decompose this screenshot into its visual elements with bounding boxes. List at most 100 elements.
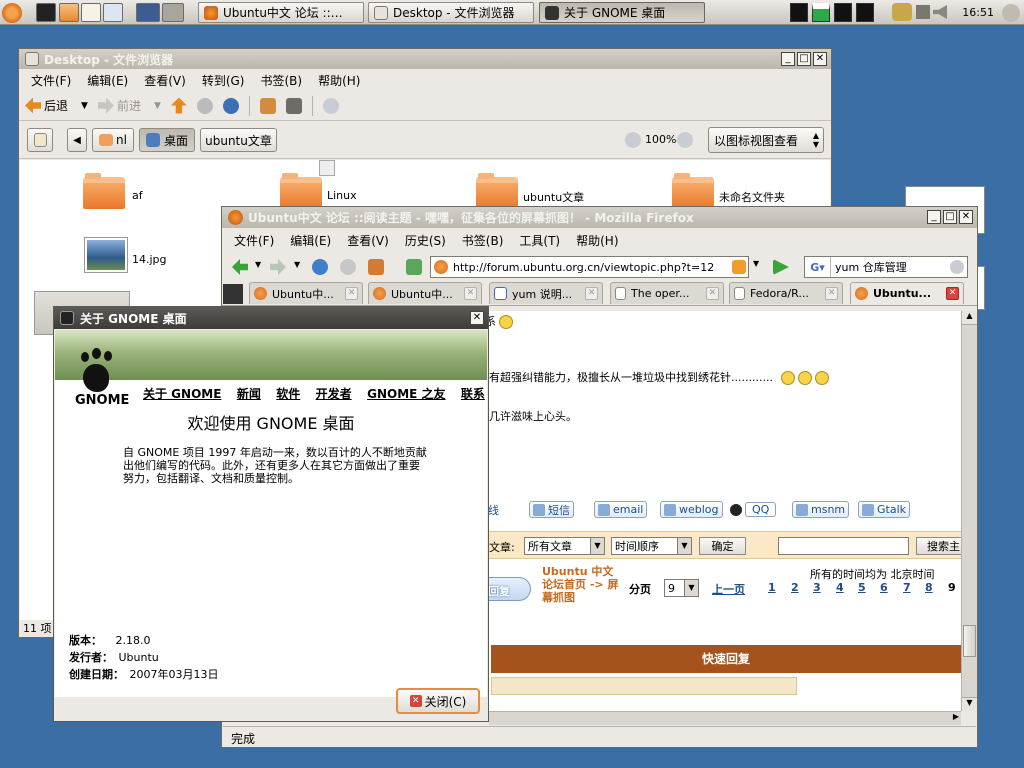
page-link[interactable]: 1 bbox=[768, 581, 776, 594]
tab-1[interactable]: Ubuntu中... ✕ bbox=[249, 282, 363, 304]
maximize-button[interactable]: □ bbox=[797, 52, 811, 66]
weblog-button[interactable]: weblog bbox=[660, 501, 723, 518]
horizontal-scrollbar[interactable]: ▶ bbox=[489, 711, 961, 725]
help-icon[interactable] bbox=[103, 3, 123, 22]
rss-icon[interactable] bbox=[732, 260, 746, 274]
update-notifier-icon[interactable] bbox=[892, 3, 912, 21]
go-icon[interactable] bbox=[773, 259, 789, 275]
page-link[interactable]: 8 bbox=[925, 581, 933, 594]
scroll-right-icon[interactable]: ▶ bbox=[953, 712, 959, 721]
search-topic-input[interactable] bbox=[778, 537, 909, 555]
posts-filter-select[interactable]: 所有文章 ▼ bbox=[524, 537, 605, 555]
page-select[interactable]: 9 ▼ bbox=[664, 579, 699, 597]
menu-file[interactable]: 文件(F) bbox=[23, 72, 79, 89]
tab-close-icon[interactable]: ✕ bbox=[345, 287, 358, 300]
home-icon[interactable] bbox=[259, 97, 276, 114]
dropdown-arrow-icon[interactable]: ▼ bbox=[255, 260, 261, 269]
tab-2[interactable]: Ubuntu中... ✕ bbox=[368, 282, 482, 304]
terminal-icon[interactable] bbox=[36, 3, 56, 22]
folder-item[interactable] bbox=[672, 173, 714, 209]
tab-close-icon[interactable]: ✕ bbox=[706, 287, 719, 300]
firefox-titlebar[interactable]: Ubuntu中文 论坛 ::阅读主题 - 嘿嘿，征集各位的屏幕抓图！ - Moz… bbox=[222, 207, 977, 228]
task-file-browser[interactable]: Desktop - 文件浏览器 bbox=[368, 2, 534, 23]
nav-news[interactable]: 新闻 bbox=[237, 385, 261, 402]
task-firefox[interactable]: Ubuntu中文 论坛 ::… bbox=[198, 2, 364, 23]
quick-reply-input[interactable] bbox=[491, 677, 797, 695]
msn-button[interactable]: msnm bbox=[792, 501, 850, 518]
menu-file[interactable]: 文件(F) bbox=[226, 232, 282, 249]
minimize-button[interactable]: _ bbox=[781, 52, 795, 66]
tab-close-icon[interactable]: ✕ bbox=[825, 287, 838, 300]
email-button[interactable]: email bbox=[594, 501, 648, 518]
menu-view[interactable]: 查看(V) bbox=[136, 72, 194, 89]
path-scroll-left[interactable]: ◀ bbox=[67, 128, 87, 152]
up-arrow-icon[interactable] bbox=[170, 97, 187, 114]
page-link[interactable]: 3 bbox=[813, 581, 821, 594]
workspace-4[interactable] bbox=[856, 3, 874, 22]
workspace-2[interactable] bbox=[812, 3, 830, 22]
workspace-icon[interactable] bbox=[162, 3, 184, 22]
dropdown-arrow-icon[interactable]: ▼ bbox=[294, 260, 300, 269]
tab-3[interactable]: yum 说明... ✕ bbox=[489, 282, 603, 304]
path-button-desktop[interactable]: 桌面 bbox=[139, 128, 195, 152]
show-desktop-icon[interactable] bbox=[136, 3, 160, 22]
page-link[interactable]: 5 bbox=[858, 581, 866, 594]
nav-developers[interactable]: 开发者 bbox=[316, 385, 352, 402]
scroll-down-icon[interactable]: ▼ bbox=[962, 697, 977, 711]
forward-icon[interactable] bbox=[270, 259, 286, 275]
url-bar[interactable]: http://forum.ubuntu.org.cn/viewtopic.php… bbox=[430, 256, 749, 278]
file-browser-titlebar[interactable]: Desktop - 文件浏览器 bbox=[19, 49, 831, 69]
back-button[interactable]: 后退 ▼ bbox=[25, 97, 88, 114]
stop-icon[interactable] bbox=[196, 97, 213, 114]
tab-close-icon[interactable]: ✕ bbox=[585, 287, 598, 300]
qq-button[interactable]: QQ bbox=[727, 501, 779, 518]
search-icon[interactable] bbox=[322, 97, 339, 114]
task-about-gnome[interactable]: 关于 GNOME 桌面 bbox=[539, 2, 705, 23]
close-button[interactable]: ✕ bbox=[813, 52, 827, 66]
page-link[interactable]: 4 bbox=[836, 581, 844, 594]
scroll-thumb[interactable] bbox=[963, 625, 976, 657]
zoom-in-icon[interactable] bbox=[677, 132, 693, 148]
url-dropdown-arrow-icon[interactable]: ▼ bbox=[753, 259, 759, 268]
search-topic-button[interactable]: 搜索主 bbox=[916, 537, 961, 555]
folder-item[interactable] bbox=[280, 173, 322, 209]
home-icon[interactable] bbox=[368, 259, 384, 275]
about-titlebar[interactable]: 关于 GNOME 桌面 bbox=[54, 307, 488, 329]
tab-5[interactable]: Fedora/R... ✕ bbox=[729, 282, 843, 304]
reply-button[interactable]: 回复 bbox=[485, 577, 531, 601]
page-link[interactable]: 7 bbox=[903, 581, 911, 594]
menu-history[interactable]: 历史(S) bbox=[397, 232, 454, 249]
tab-4[interactable]: The oper... ✕ bbox=[610, 282, 724, 304]
order-select[interactable]: 时间顺序 ▼ bbox=[611, 537, 692, 555]
menu-help[interactable]: 帮助(H) bbox=[568, 232, 626, 249]
volume-icon[interactable] bbox=[933, 5, 947, 19]
dropdown-arrow-icon[interactable]: ▼ bbox=[154, 101, 161, 111]
workspace-1[interactable] bbox=[790, 3, 808, 22]
search-box[interactable]: G▾ yum 仓库管理 bbox=[804, 256, 968, 278]
view-mode-select[interactable]: 以图标视图查看 ▲ ▼ bbox=[708, 127, 824, 153]
nav-software[interactable]: 软件 bbox=[276, 385, 300, 402]
page-link[interactable]: 6 bbox=[880, 581, 888, 594]
home-folder-icon[interactable] bbox=[59, 3, 79, 22]
about-close-button[interactable]: ✕ 关闭(C) bbox=[396, 688, 480, 714]
stop-icon[interactable] bbox=[340, 259, 356, 275]
forward-button[interactable]: 前进 ▼ bbox=[97, 97, 161, 114]
menu-edit[interactable]: 编辑(E) bbox=[79, 72, 136, 89]
menu-help[interactable]: 帮助(H) bbox=[310, 72, 368, 89]
power-icon[interactable] bbox=[1002, 4, 1020, 22]
text-editor-icon[interactable] bbox=[81, 3, 101, 22]
menu-tools[interactable]: 工具(T) bbox=[511, 232, 568, 249]
toggle-location-button[interactable] bbox=[27, 128, 53, 152]
ubuntu-menu-icon[interactable] bbox=[2, 3, 22, 23]
page-link[interactable]: 2 bbox=[791, 581, 799, 594]
minimize-button[interactable]: _ bbox=[927, 210, 941, 224]
tab-list-icon[interactable] bbox=[223, 284, 243, 304]
reload-icon[interactable] bbox=[312, 259, 328, 275]
prev-page-link[interactable]: 上一页 bbox=[712, 581, 745, 597]
menu-view[interactable]: 查看(V) bbox=[339, 232, 397, 249]
path-button-ubuntu-articles[interactable]: ubuntu文章 bbox=[200, 128, 277, 152]
back-icon[interactable] bbox=[232, 259, 248, 275]
folder-item[interactable] bbox=[476, 173, 518, 209]
image-thumbnail[interactable] bbox=[85, 238, 127, 272]
zoom-out-icon[interactable] bbox=[625, 132, 641, 148]
